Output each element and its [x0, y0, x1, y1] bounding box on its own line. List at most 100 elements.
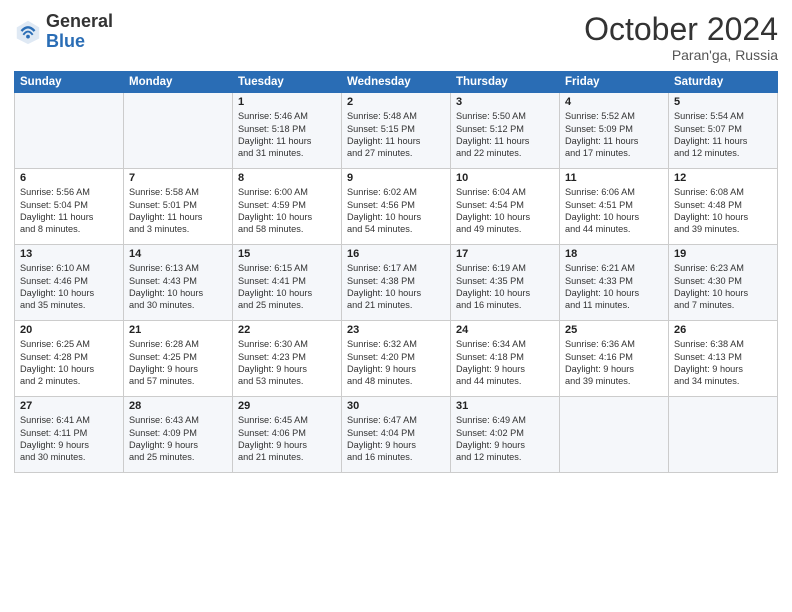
day-info: Sunrise: 6:08 AM Sunset: 4:48 PM Dayligh… [674, 186, 772, 236]
day-info: Sunrise: 6:47 AM Sunset: 4:04 PM Dayligh… [347, 414, 445, 464]
calendar-cell: 21Sunrise: 6:28 AM Sunset: 4:25 PM Dayli… [124, 321, 233, 397]
day-info: Sunrise: 5:52 AM Sunset: 5:09 PM Dayligh… [565, 110, 663, 160]
calendar-cell: 14Sunrise: 6:13 AM Sunset: 4:43 PM Dayli… [124, 245, 233, 321]
calendar-cell: 13 Sunrise: 6:10 AM Sunset: 4:46 PM Dayli… [15, 245, 124, 321]
day-info: Sunrise: 6:36 AM Sunset: 4:16 PM Dayligh… [565, 338, 663, 388]
day-number: 22 [238, 324, 336, 336]
week-row-4: 27 Sunrise: 6:41 AM Sunset: 4:11 PM Dayli… [15, 397, 778, 473]
day-number: 5 [674, 96, 772, 108]
day-info: Sunrise: 5:50 AM Sunset: 5:12 PM Dayligh… [456, 110, 554, 160]
calendar-cell: 20 Sunrise: 6:25 AM Sunset: 4:28 PM Dayli… [15, 321, 124, 397]
calendar-cell: 2Sunrise: 5:48 AM Sunset: 5:15 PM Daylig… [342, 93, 451, 169]
calendar-cell: 30Sunrise: 6:47 AM Sunset: 4:04 PM Dayli… [342, 397, 451, 473]
day-number: 13 [20, 248, 118, 260]
day-number: 8 [238, 172, 336, 184]
day-info: Sunrise: 5:58 AM Sunset: 5:01 PM Dayligh… [129, 186, 227, 236]
header-saturday: Saturday [669, 72, 778, 93]
day-info: Sunrise: 6:19 AM Sunset: 4:35 PM Dayligh… [456, 262, 554, 312]
day-number: 28 [129, 400, 227, 412]
header-monday: Monday [124, 72, 233, 93]
calendar-cell: 11Sunrise: 6:06 AM Sunset: 4:51 PM Dayli… [560, 169, 669, 245]
day-info: Sunrise: 6:17 AM Sunset: 4:38 PM Dayligh… [347, 262, 445, 312]
calendar-cell: 7 Sunrise: 5:58 AM Sunset: 5:01 PM Daylig… [124, 169, 233, 245]
week-row-2: 13 Sunrise: 6:10 AM Sunset: 4:46 PM Dayli… [15, 245, 778, 321]
day-number: 24 [456, 324, 554, 336]
day-info: Sunrise: 5:56 AM Sunset: 5:04 PM Dayligh… [20, 186, 118, 236]
calendar-cell: 5 Sunrise: 5:54 AM Sunset: 5:07 PM Daylig… [669, 93, 778, 169]
day-info: Sunrise: 6:04 AM Sunset: 4:54 PM Dayligh… [456, 186, 554, 236]
calendar-cell: 9 Sunrise: 6:02 AM Sunset: 4:56 PM Daylig… [342, 169, 451, 245]
calendar-cell: 12 Sunrise: 6:08 AM Sunset: 4:48 PM Dayli… [669, 169, 778, 245]
day-info: Sunrise: 6:45 AM Sunset: 4:06 PM Dayligh… [238, 414, 336, 464]
calendar-cell: 15 Sunrise: 6:15 AM Sunset: 4:41 PM Dayli… [233, 245, 342, 321]
calendar-cell: 28 Sunrise: 6:43 AM Sunset: 4:09 PM Dayli… [124, 397, 233, 473]
day-number: 20 [20, 324, 118, 336]
calendar-cell: 6 Sunrise: 5:56 AM Sunset: 5:04 PM Daylig… [15, 169, 124, 245]
calendar-cell [124, 93, 233, 169]
header-friday: Friday [560, 72, 669, 93]
day-info: Sunrise: 5:54 AM Sunset: 5:07 PM Dayligh… [674, 110, 772, 160]
day-number: 27 [20, 400, 118, 412]
day-number: 21 [129, 324, 227, 336]
day-number: 9 [347, 172, 445, 184]
day-info: Sunrise: 6:41 AM Sunset: 4:11 PM Dayligh… [20, 414, 118, 464]
day-info: Sunrise: 6:32 AM Sunset: 4:20 PM Dayligh… [347, 338, 445, 388]
calendar-cell: 4 Sunrise: 5:52 AM Sunset: 5:09 PM Daylig… [560, 93, 669, 169]
day-number: 25 [565, 324, 663, 336]
day-number: 15 [238, 248, 336, 260]
header: General Blue October 2024 Paran'ga, Russ… [14, 12, 778, 63]
calendar-cell [669, 397, 778, 473]
calendar-cell: 10 Sunrise: 6:04 AM Sunset: 4:54 PM Dayli… [451, 169, 560, 245]
day-info: Sunrise: 6:30 AM Sunset: 4:23 PM Dayligh… [238, 338, 336, 388]
day-info: Sunrise: 6:00 AM Sunset: 4:59 PM Dayligh… [238, 186, 336, 236]
day-number: 4 [565, 96, 663, 108]
calendar-cell: 19 Sunrise: 6:23 AM Sunset: 4:30 PM Dayli… [669, 245, 778, 321]
day-info: Sunrise: 6:15 AM Sunset: 4:41 PM Dayligh… [238, 262, 336, 312]
calendar-table: SundayMondayTuesdayWednesdayThursdayFrid… [14, 71, 778, 473]
day-number: 3 [456, 96, 554, 108]
logo-text: General Blue [46, 12, 113, 52]
day-info: Sunrise: 6:34 AM Sunset: 4:18 PM Dayligh… [456, 338, 554, 388]
day-info: Sunrise: 6:23 AM Sunset: 4:30 PM Dayligh… [674, 262, 772, 312]
header-wednesday: Wednesday [342, 72, 451, 93]
day-number: 1 [238, 96, 336, 108]
day-number: 16 [347, 248, 445, 260]
week-row-3: 20 Sunrise: 6:25 AM Sunset: 4:28 PM Dayli… [15, 321, 778, 397]
day-number: 7 [129, 172, 227, 184]
calendar-cell: 26 Sunrise: 6:38 AM Sunset: 4:13 PM Dayli… [669, 321, 778, 397]
day-number: 17 [456, 248, 554, 260]
logo-icon [14, 18, 42, 46]
calendar-cell: 25 Sunrise: 6:36 AM Sunset: 4:16 PM Dayli… [560, 321, 669, 397]
calendar-cell [560, 397, 669, 473]
page: General Blue October 2024 Paran'ga, Russ… [0, 0, 792, 612]
day-number: 12 [674, 172, 772, 184]
calendar-cell: 31 Sunrise: 6:49 AM Sunset: 4:02 PM Dayli… [451, 397, 560, 473]
day-info: Sunrise: 6:43 AM Sunset: 4:09 PM Dayligh… [129, 414, 227, 464]
week-row-0: 1 Sunrise: 5:46 AM Sunset: 5:18 PM Daylig… [15, 93, 778, 169]
logo: General Blue [14, 12, 113, 52]
week-row-1: 6 Sunrise: 5:56 AM Sunset: 5:04 PM Daylig… [15, 169, 778, 245]
calendar-header-row: SundayMondayTuesdayWednesdayThursdayFrid… [15, 72, 778, 93]
calendar-cell: 29Sunrise: 6:45 AM Sunset: 4:06 PM Dayli… [233, 397, 342, 473]
day-number: 6 [20, 172, 118, 184]
day-number: 2 [347, 96, 445, 108]
day-info: Sunrise: 6:02 AM Sunset: 4:56 PM Dayligh… [347, 186, 445, 236]
calendar-cell: 17 Sunrise: 6:19 AM Sunset: 4:35 PM Dayli… [451, 245, 560, 321]
day-info: Sunrise: 6:10 AM Sunset: 4:46 PM Dayligh… [20, 262, 118, 312]
day-number: 10 [456, 172, 554, 184]
day-info: Sunrise: 6:25 AM Sunset: 4:28 PM Dayligh… [20, 338, 118, 388]
day-info: Sunrise: 6:49 AM Sunset: 4:02 PM Dayligh… [456, 414, 554, 464]
day-number: 23 [347, 324, 445, 336]
day-number: 19 [674, 248, 772, 260]
calendar-cell: 24 Sunrise: 6:34 AM Sunset: 4:18 PM Dayli… [451, 321, 560, 397]
day-info: Sunrise: 6:38 AM Sunset: 4:13 PM Dayligh… [674, 338, 772, 388]
calendar-cell: 3 Sunrise: 5:50 AM Sunset: 5:12 PM Daylig… [451, 93, 560, 169]
day-info: Sunrise: 5:46 AM Sunset: 5:18 PM Dayligh… [238, 110, 336, 160]
month-title: October 2024 [584, 12, 778, 47]
day-info: Sunrise: 6:13 AM Sunset: 4:43 PM Dayligh… [129, 262, 227, 312]
day-number: 31 [456, 400, 554, 412]
title-block: October 2024 Paran'ga, Russia [584, 12, 778, 63]
day-number: 11 [565, 172, 663, 184]
calendar-cell: 27 Sunrise: 6:41 AM Sunset: 4:11 PM Dayli… [15, 397, 124, 473]
day-number: 26 [674, 324, 772, 336]
